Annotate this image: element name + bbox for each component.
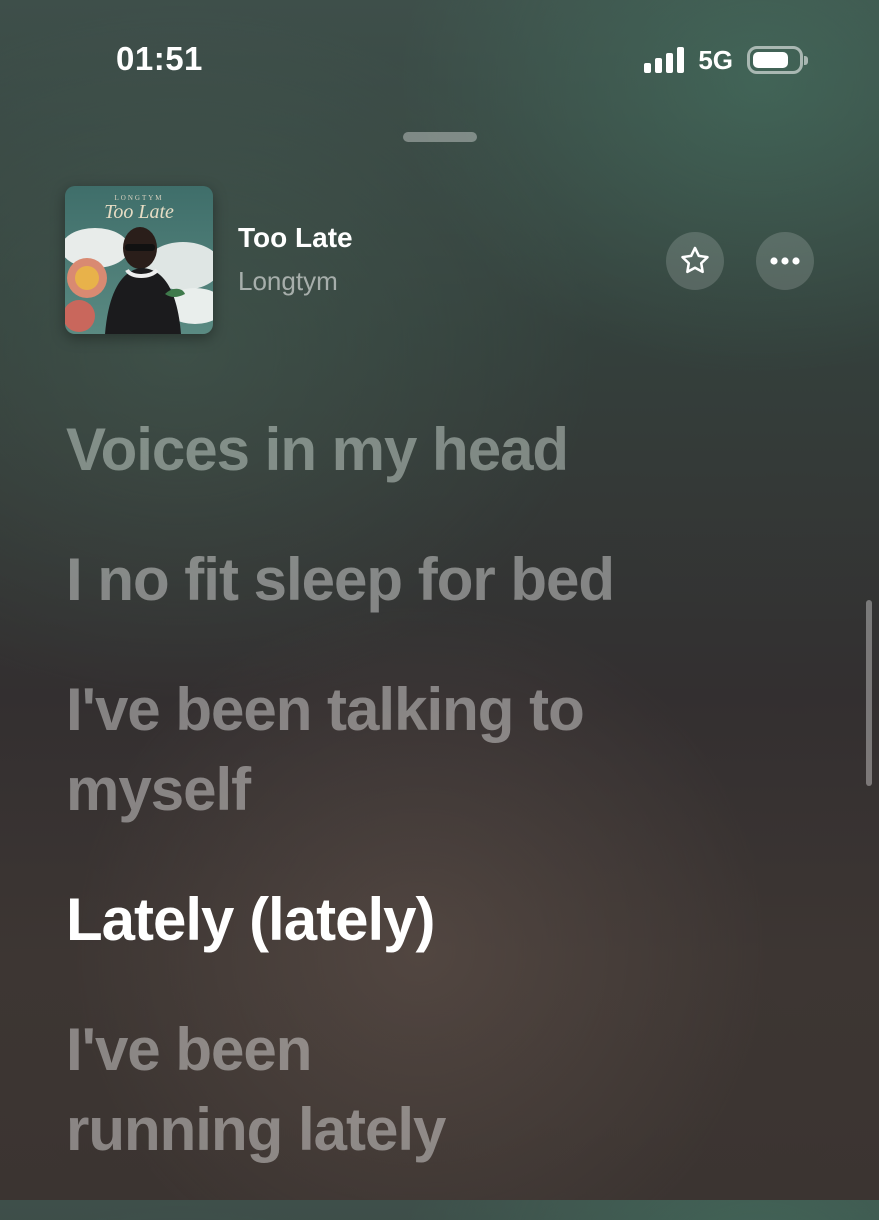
ellipsis-icon — [770, 257, 800, 265]
battery-icon — [747, 46, 808, 74]
lyric-line[interactable]: I've been running lately — [66, 1010, 536, 1170]
star-icon — [681, 246, 709, 274]
network-label: 5G — [698, 44, 733, 75]
album-artwork[interactable]: LONGTYM Too Late — [65, 186, 213, 334]
scroll-indicator[interactable] — [866, 600, 872, 786]
lyrics-view[interactable]: Voices in my head I no fit sleep for bed… — [66, 410, 826, 1220]
battery-level — [753, 52, 788, 68]
signal-icon — [644, 47, 685, 73]
sheet-grabber[interactable] — [403, 132, 477, 142]
lyric-line[interactable]: Voices in my head — [66, 410, 826, 490]
favorite-button[interactable] — [666, 232, 724, 290]
song-title[interactable]: Too Late — [238, 222, 353, 254]
lyric-line[interactable]: I've been talking to myself — [66, 670, 626, 830]
more-options-button[interactable] — [756, 232, 814, 290]
lyric-line[interactable]: I no fit sleep for bed — [66, 540, 826, 620]
song-artist[interactable]: Longtym — [238, 266, 338, 297]
lyric-line-active[interactable]: Lately (lately) — [66, 880, 826, 960]
artwork-title-text: Too Late — [104, 201, 174, 223]
status-time: 01:51 — [116, 40, 203, 77]
status-indicators: 5G — [644, 44, 808, 76]
